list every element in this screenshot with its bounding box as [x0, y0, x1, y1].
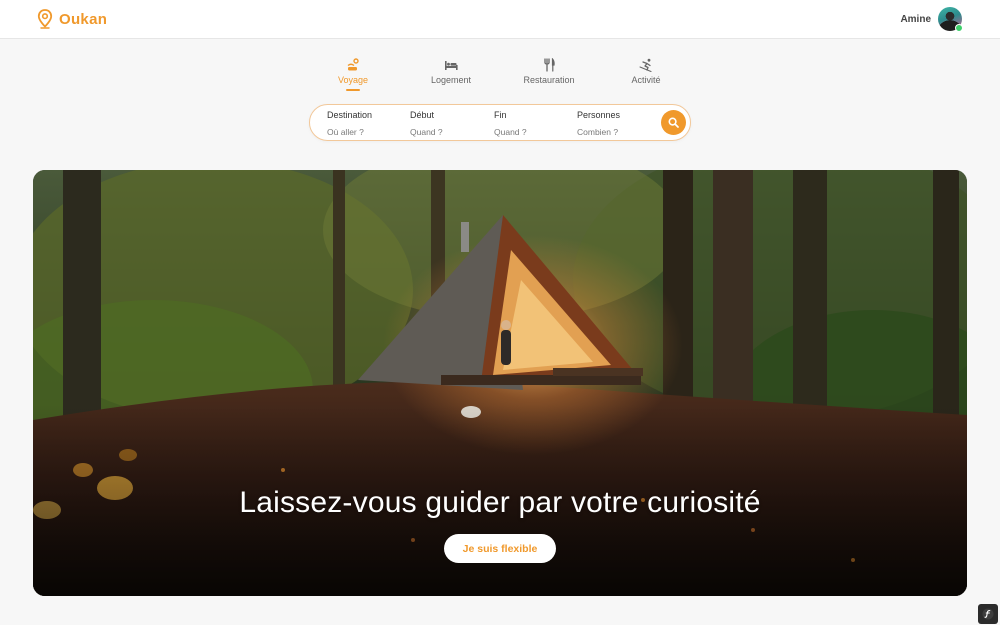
start-date-field[interactable]: Début Quand ? [410, 110, 490, 137]
guests-input[interactable]: Combien ? [577, 127, 657, 137]
start-date-input[interactable]: Quand ? [410, 127, 490, 137]
map-pin-icon [37, 9, 53, 29]
debug-toolbar-icon[interactable] [978, 604, 998, 624]
guests-label: Personnes [577, 110, 621, 120]
brand-logo[interactable]: Oukan [37, 9, 107, 29]
bed-icon [445, 61, 458, 70]
flexible-button[interactable]: Je suis flexible [444, 534, 556, 563]
top-header: Oukan Amine [0, 0, 1000, 39]
tab-logement[interactable]: Logement [411, 58, 491, 85]
end-date-input[interactable]: Quand ? [494, 127, 574, 137]
tab-voyage[interactable]: Voyage [313, 58, 393, 91]
online-status-dot [955, 24, 963, 32]
user-name: Amine [900, 13, 931, 25]
tab-label: Restauration [523, 75, 575, 85]
symfony-icon [982, 608, 994, 620]
avatar[interactable] [938, 7, 963, 32]
destination-field[interactable]: Destination Où aller ? [327, 110, 407, 137]
hero-forest-cabin-image [33, 170, 967, 596]
skier-icon [639, 58, 652, 72]
tab-activite[interactable]: Activité [606, 58, 686, 85]
destination-input[interactable]: Où aller ? [327, 127, 407, 137]
travel-icon [347, 58, 359, 71]
guests-field[interactable]: Personnes Combien ? [577, 110, 657, 137]
active-tab-indicator [346, 89, 360, 91]
brand-name: Oukan [59, 10, 108, 28]
hero-title: Laissez-vous guider par votre curiosité [239, 486, 761, 519]
hero-banner: Laissez-vous guider par votre curiosité … [33, 170, 967, 596]
search-bar: Destination Où aller ? Début Quand ? Fin… [309, 104, 691, 141]
tab-label: Voyage [337, 75, 369, 85]
category-tabs: Voyage Logement Restauration Activité [0, 58, 1000, 94]
utensils-icon [544, 58, 555, 72]
start-date-label: Début [410, 110, 435, 120]
user-menu[interactable]: Amine [900, 7, 963, 32]
tab-label: Activité [631, 75, 661, 85]
tab-restauration[interactable]: Restauration [509, 58, 589, 85]
end-date-label: Fin [494, 110, 507, 120]
end-date-field[interactable]: Fin Quand ? [494, 110, 574, 137]
destination-label: Destination [327, 110, 373, 120]
tab-label: Logement [430, 75, 472, 85]
search-button[interactable] [661, 110, 686, 135]
search-icon [668, 117, 679, 128]
